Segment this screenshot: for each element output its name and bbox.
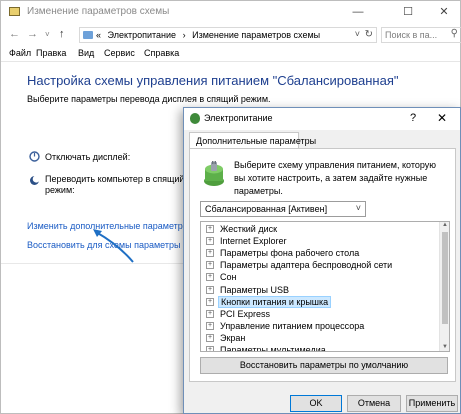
power-options-icon: [190, 113, 200, 124]
address-dropdown-icon[interactable]: ˅: [355, 29, 360, 39]
expand-plus-icon[interactable]: +: [206, 261, 214, 270]
menu-view[interactable]: Вид: [78, 48, 94, 58]
control-panel-icon: [83, 31, 93, 39]
expand-plus-icon[interactable]: +: [206, 309, 214, 318]
breadcrumb-power[interactable]: Электропитание: [108, 30, 177, 40]
restore-defaults-button[interactable]: Восстановить параметры по умолчанию: [200, 357, 448, 374]
address-bar[interactable]: « Электропитание › Изменение параметров …: [79, 27, 377, 43]
expand-plus-icon[interactable]: +: [206, 297, 214, 306]
tree-item-label: Параметры мультимедиа: [220, 345, 326, 352]
breadcrumb-separator: ›: [182, 30, 186, 40]
help-button[interactable]: ?: [410, 112, 416, 124]
power-scheme-select[interactable]: Сбалансированная [Активен] ˅: [200, 201, 366, 217]
address-toolbar: ← → ˅ ↑ « Электропитание › Изменение пар…: [1, 25, 461, 45]
dialog-close-button[interactable]: ✕: [437, 111, 447, 125]
menu-help[interactable]: Справка: [144, 48, 179, 58]
tree-item[interactable]: + Параметры USB: [201, 284, 439, 296]
expand-plus-icon[interactable]: +: [206, 237, 214, 246]
tab-advanced-settings[interactable]: Дополнительные параметры: [189, 132, 316, 149]
breadcrumb: « Электропитание › Изменение параметров …: [96, 30, 324, 40]
tree-item[interactable]: + Экран: [201, 332, 439, 344]
forward-arrow-icon[interactable]: →: [27, 28, 38, 40]
menu-file[interactable]: Файл: [9, 48, 31, 58]
chevron-down-icon: ˅: [355, 203, 361, 213]
search-input[interactable]: Поиск в па... ⚲: [381, 27, 461, 43]
power-options-dialog: Электропитание ? ✕ Дополнительные параме…: [183, 107, 461, 414]
search-placeholder: Поиск в па...: [385, 30, 438, 40]
tree-item-label: Internet Explorer: [220, 236, 287, 247]
expand-plus-icon[interactable]: +: [206, 285, 214, 294]
dialog-titlebar: Электропитание ? ✕: [184, 108, 460, 130]
dialog-title: Электропитание: [204, 113, 273, 123]
tree-scrollbar[interactable]: ▲ ▼: [439, 222, 449, 351]
refresh-icon[interactable]: ↻: [365, 29, 373, 40]
apply-button[interactable]: Применить: [406, 395, 458, 412]
sleep-label-line2: режим:: [45, 185, 75, 195]
breadcrumb-overflow[interactable]: «: [96, 30, 101, 40]
divider: [1, 263, 184, 264]
menu-bar: Файл Правка Вид Сервис Справка: [1, 46, 460, 62]
battery-plug-icon: [204, 161, 224, 186]
scroll-down-icon[interactable]: ▼: [442, 344, 448, 350]
power-scheme-value: Сбалансированная [Активен]: [205, 204, 328, 214]
cancel-button[interactable]: Отмена: [347, 395, 401, 412]
tree-item-label: Жесткий диск: [220, 224, 278, 234]
dialog-description: Выберите схему управления питанием, кото…: [234, 160, 437, 196]
tree-item[interactable]: + Управление питанием процессора: [201, 320, 439, 332]
tree-item-label: Параметры фона рабочего стола: [220, 248, 360, 259]
tree-item-label: Параметры адаптера беспроводной сети: [220, 260, 393, 271]
tree-item[interactable]: + Жесткий диск: [201, 223, 439, 235]
expand-plus-icon[interactable]: +: [206, 249, 214, 258]
moon-icon: [30, 175, 40, 185]
ok-button[interactable]: OK: [290, 395, 342, 412]
menu-edit[interactable]: Правка: [36, 48, 66, 58]
tree-item[interactable]: + Кнопки питания и крышка: [201, 295, 439, 308]
back-arrow-icon[interactable]: ←: [9, 28, 20, 40]
scroll-thumb[interactable]: [442, 232, 448, 324]
window-title: Изменение параметров схемы: [27, 6, 170, 17]
maximize-icon[interactable]: ☐: [393, 3, 423, 21]
tree-item[interactable]: + PCI Express: [201, 308, 439, 320]
breadcrumb-edit-scheme[interactable]: Изменение параметров схемы: [192, 30, 320, 40]
tree-item-label: PCI Express: [220, 308, 271, 319]
tree-item-label: Экран: [220, 332, 246, 343]
up-arrow-icon[interactable]: ↑: [59, 28, 65, 40]
restore-defaults-link[interactable]: Восстановить для схемы параметры по: [27, 240, 193, 250]
minimize-icon[interactable]: —: [343, 3, 373, 21]
tree-item-label: Управление питанием процессора: [220, 320, 365, 331]
advanced-settings-link[interactable]: Изменить дополнительные параметры: [27, 221, 189, 231]
expand-plus-icon[interactable]: +: [206, 333, 214, 342]
tree-item-label: Кнопки питания и крышка: [218, 295, 332, 308]
tree-item[interactable]: + Параметры фона рабочего стола: [201, 247, 439, 259]
tree-item[interactable]: + Сон: [201, 271, 439, 283]
page-title: Настройка схемы управления питанием "Сба…: [27, 73, 399, 88]
tree-item[interactable]: + Internet Explorer: [201, 235, 439, 247]
folder-icon: [9, 7, 20, 16]
tree-item-label: Параметры USB: [220, 284, 289, 295]
scroll-up-icon[interactable]: ▲: [442, 222, 448, 228]
chevron-down-icon[interactable]: ˅: [45, 30, 50, 39]
menu-tools[interactable]: Сервис: [104, 48, 135, 58]
search-icon[interactable]: ⚲: [451, 28, 458, 39]
expand-plus-icon[interactable]: +: [206, 346, 214, 351]
tree-item[interactable]: + Параметры мультимедиа: [201, 344, 439, 352]
tree-item[interactable]: + Параметры адаптера беспроводной сети: [201, 259, 439, 271]
settings-tree[interactable]: + Жесткий диск + Internet Explorer + Параметр…: [200, 221, 450, 352]
close-icon[interactable]: ✕: [429, 3, 459, 21]
sleep-label-line1: Переводить компьютер в спящий: [45, 174, 185, 184]
window-titlebar: Изменение параметров схемы — ☐ ✕: [1, 1, 460, 25]
expand-plus-icon[interactable]: +: [206, 225, 214, 233]
advanced-settings-panel: Выберите схему управления питанием, кото…: [189, 148, 456, 382]
tree-item-label: Сон: [220, 272, 237, 283]
page-subtitle: Выберите параметры перевода дисплея в сп…: [27, 94, 271, 104]
display-icon: [29, 151, 40, 162]
display-off-label: Отключать дисплей:: [45, 152, 131, 162]
expand-plus-icon[interactable]: +: [206, 321, 214, 330]
expand-plus-icon[interactable]: +: [206, 273, 214, 282]
